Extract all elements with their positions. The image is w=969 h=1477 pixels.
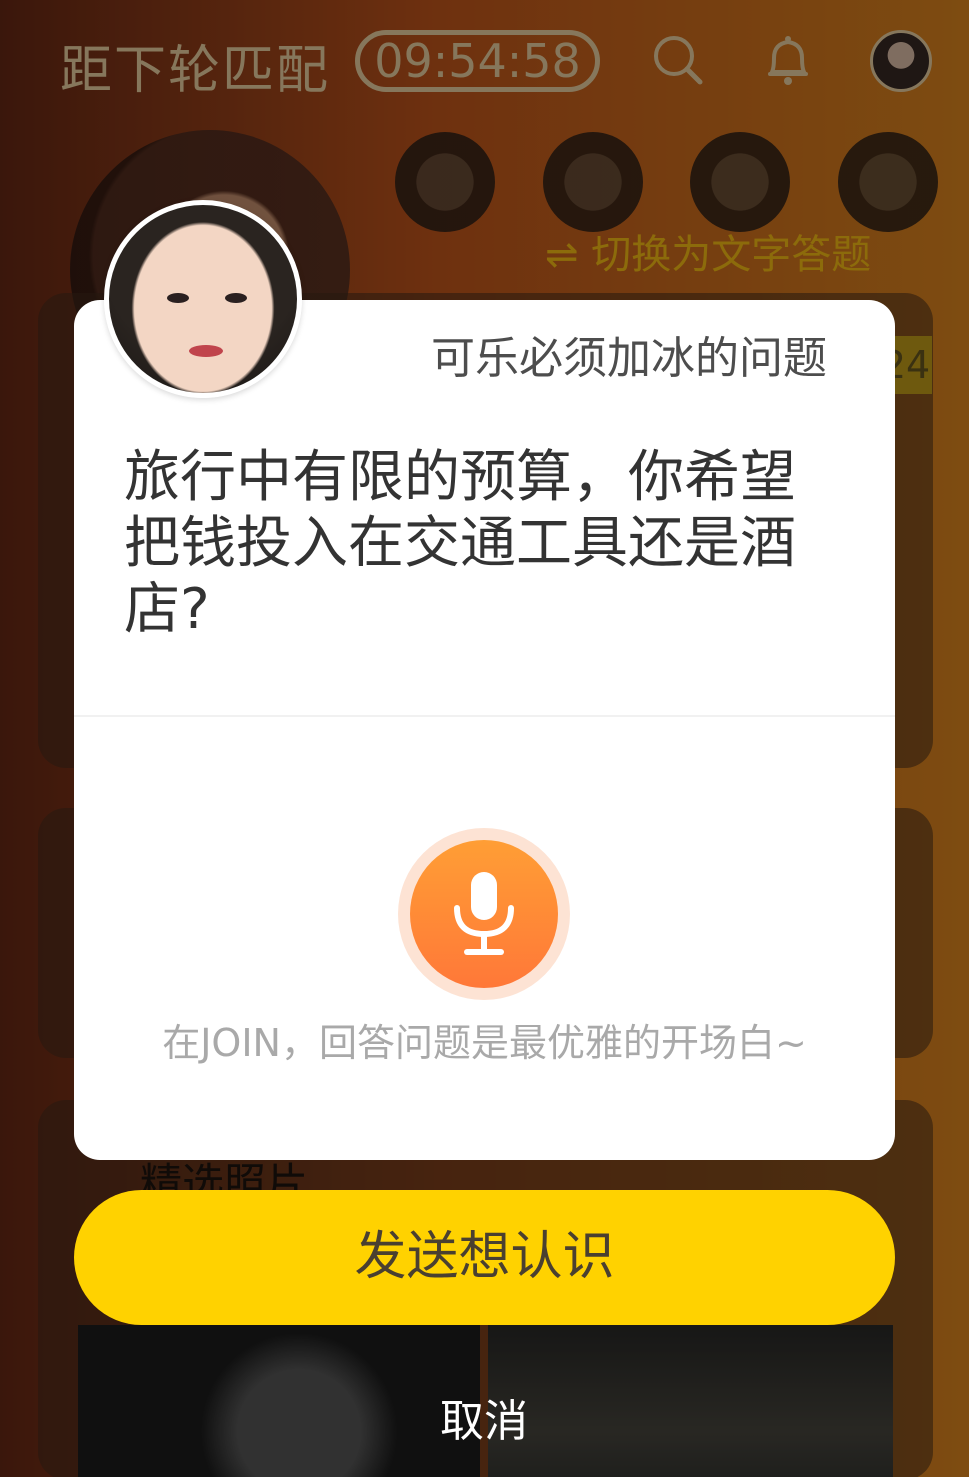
hint-text: 在JOIN，回答问题是最优雅的开场白~ xyxy=(162,1021,807,1065)
question-text: 旅行中有限的预算，你希望把钱投入在交通工具还是酒店? xyxy=(124,445,796,642)
record-voice-button[interactable] xyxy=(410,840,558,988)
send-button[interactable]: 发送想认识 xyxy=(74,1190,895,1325)
dialog-heading: 可乐必须加冰的问题 xyxy=(431,333,827,384)
cancel-button[interactable]: 取消 xyxy=(384,1392,584,1452)
asker-avatar xyxy=(104,200,302,398)
avatar-eye xyxy=(167,293,189,303)
avatar-lips xyxy=(189,345,223,357)
divider xyxy=(74,715,895,717)
question-dialog: 可乐必须加冰的问题 旅行中有限的预算，你希望把钱投入在交通工具还是酒店? 在JO… xyxy=(74,300,895,1160)
avatar-eye xyxy=(225,293,247,303)
microphone-icon xyxy=(454,872,514,955)
